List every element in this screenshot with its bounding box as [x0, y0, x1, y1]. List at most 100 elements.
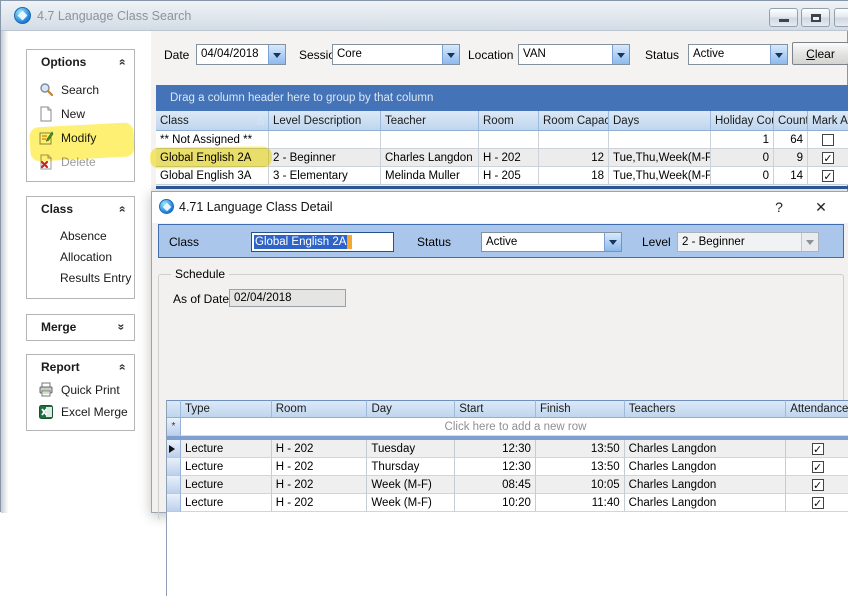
collapse-chevron-icon[interactable]: » [115, 206, 129, 213]
options-panel-header[interactable]: Options » [27, 50, 134, 74]
grid-column-header-days[interactable]: Days [609, 111, 711, 131]
schedule-column-header-type[interactable]: Type [181, 400, 272, 418]
sidebar-item-label: Delete [61, 155, 96, 169]
sidebar-item-new[interactable]: New [27, 102, 134, 126]
sidebar-item-excel-merge[interactable]: Excel Merge [27, 401, 134, 423]
mark-attendance-checkbox[interactable] [822, 134, 834, 146]
dropdown-button[interactable] [442, 45, 459, 64]
schedule-cell-start: 12:30 [455, 440, 536, 458]
sidebar-item-absence[interactable]: Absence [27, 225, 134, 246]
schedule-add-row[interactable]: *Click here to add a new row [167, 418, 848, 436]
schedule-cell-day: Week (M-F) [367, 476, 455, 494]
schedule-column-header-start[interactable]: Start [455, 400, 536, 418]
grid-column-header-holiday-cour[interactable]: Holiday Cour [711, 111, 774, 131]
help-button[interactable]: ? [768, 197, 790, 218]
minimize-icon [779, 19, 789, 22]
grid-column-header-level-description[interactable]: Level Description [269, 111, 381, 131]
schedule-row[interactable]: LectureH - 202Week (M-F)08:4510:05Charle… [167, 476, 848, 494]
report-panel-header[interactable]: Report » [27, 355, 134, 379]
collapse-chevron-icon[interactable]: » [115, 59, 129, 66]
clear-button[interactable]: Clear [792, 42, 848, 65]
grid-cell-teacher: Charles Langdon [381, 149, 479, 167]
sidebar-item-delete[interactable]: Delete [27, 150, 134, 174]
dropdown-button[interactable] [612, 45, 629, 64]
as-of-date-label: As of Date [173, 292, 229, 306]
grid-row--not-assigned-[interactable]: ** Not Assigned **164 [156, 131, 848, 149]
grid-column-header-mark-att[interactable]: Mark Att [808, 111, 848, 131]
location-value: VAN [519, 45, 612, 64]
attendance-checkbox[interactable]: ✓ [812, 461, 824, 473]
report-panel: Report » Quick Print Excel Merge [26, 354, 135, 431]
dropdown-button [801, 233, 818, 251]
group-by-band[interactable]: Drag a column header here to group by th… [156, 85, 848, 111]
schedule-cell-room: H - 202 [272, 440, 368, 458]
as-of-date-field[interactable]: 02/04/2018 [229, 289, 346, 307]
dropdown-button[interactable] [604, 233, 621, 251]
schedule-indicator-header [167, 400, 181, 418]
row-indicator [167, 440, 181, 458]
attendance-checkbox[interactable]: ✓ [812, 479, 824, 491]
minimize-button[interactable] [769, 8, 798, 27]
expand-chevron-icon[interactable]: » [115, 324, 129, 331]
sidebar-item-label: Modify [61, 131, 96, 145]
schedule-cell-teachers: Charles Langdon [625, 476, 787, 494]
mark-attendance-checkbox[interactable]: ✓ [822, 152, 834, 164]
sidebar-item-search[interactable]: Search [27, 78, 134, 102]
sidebar-item-results-entry[interactable]: Results Entry [27, 267, 134, 288]
grid-cell-holiday: 0 [711, 149, 774, 167]
app-icon [14, 7, 31, 24]
dialog-status-combo[interactable]: Active [481, 232, 622, 252]
grid-row-global-english-3a[interactable]: Global English 3A3 - ElementaryMelinda M… [156, 167, 848, 185]
attendance-checkbox[interactable]: ✓ [812, 497, 824, 509]
status-combo[interactable]: Active [688, 44, 788, 65]
maximize-button[interactable] [801, 8, 830, 27]
class-field-label: Class [169, 235, 199, 249]
status-field-label: Status [417, 235, 451, 249]
dropdown-button[interactable] [268, 45, 285, 64]
grid-cell-count: 14 [774, 167, 808, 185]
grid-cell-room: H - 205 [479, 167, 539, 185]
grid-column-header-teacher[interactable]: Teacher [381, 111, 479, 131]
location-combo[interactable]: VAN [518, 44, 630, 65]
date-combo[interactable]: 04/04/2018 [196, 44, 286, 65]
class-panel-header[interactable]: Class » [27, 197, 134, 221]
attendance-checkbox[interactable]: ✓ [812, 443, 824, 455]
class-search-grid: Drag a column header here to group by th… [156, 85, 848, 189]
grid-column-header-class[interactable]: Class△ [156, 111, 269, 131]
schedule-cell-teachers: Charles Langdon [625, 494, 787, 512]
grid-row-global-english-2a[interactable]: Global English 2A2 - BeginnerCharles Lan… [156, 149, 848, 167]
level-field-label: Level [642, 235, 671, 249]
schedule-column-header-finish[interactable]: Finish [536, 400, 625, 418]
status-label: Status [645, 48, 679, 62]
schedule-row[interactable]: LectureH - 202Week (M-F)10:2011:40Charle… [167, 494, 848, 512]
grid-cell-room [479, 131, 539, 149]
schedule-cell-attendance: ✓ [786, 476, 848, 494]
grid-cell-count: 9 [774, 149, 808, 167]
collapse-chevron-icon[interactable]: » [115, 364, 129, 371]
merge-panel-header[interactable]: Merge » [27, 315, 134, 339]
main-window: 4.7 Language Class Search Options » Sear… [0, 0, 848, 512]
class-input[interactable]: Global English 2A [251, 232, 394, 252]
dialog-status-value: Active [482, 233, 604, 251]
mark-attendance-checkbox[interactable]: ✓ [822, 170, 834, 182]
schedule-cell-type: Lecture [181, 440, 272, 458]
schedule-column-header-day[interactable]: Day [367, 400, 455, 418]
grid-column-header-count[interactable]: Count [774, 111, 808, 131]
schedule-cell-teachers: Charles Langdon [625, 458, 787, 476]
schedule-cell-finish: 10:05 [536, 476, 625, 494]
dialog-close-button[interactable]: ✕ [810, 197, 832, 218]
sidebar-item-allocation[interactable]: Allocation [27, 246, 134, 267]
schedule-column-header-attendance[interactable]: Attendance [786, 400, 848, 418]
dropdown-button[interactable] [770, 45, 787, 64]
sidebar-item-quick-print[interactable]: Quick Print [27, 379, 134, 401]
sidebar-item-modify[interactable]: Modify [27, 126, 134, 150]
schedule-row[interactable]: LectureH - 202Thursday12:3013:50Charles … [167, 458, 848, 476]
grid-column-header-room[interactable]: Room [479, 111, 539, 131]
schedule-column-header-teachers[interactable]: Teachers [625, 400, 787, 418]
schedule-column-header-room[interactable]: Room [272, 400, 368, 418]
add-row-hint[interactable]: Click here to add a new row [181, 418, 848, 436]
schedule-row[interactable]: LectureH - 202Tuesday12:3013:50Charles L… [167, 440, 848, 458]
grid-column-header-room-capacit[interactable]: Room Capacit [539, 111, 609, 131]
close-button[interactable] [834, 8, 848, 27]
session-combo[interactable]: Core [332, 44, 460, 65]
